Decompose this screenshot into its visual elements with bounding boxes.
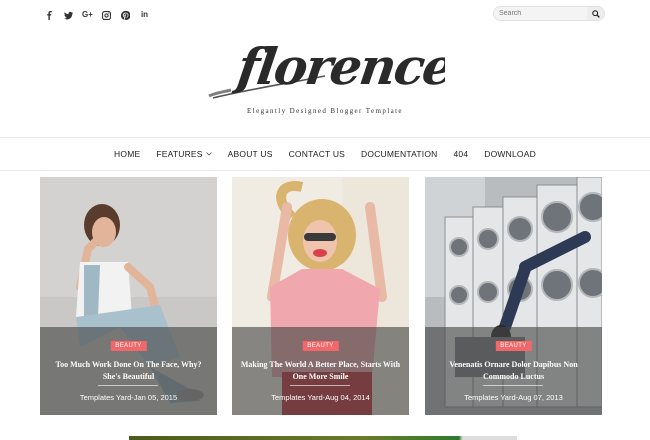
linkedin-label: in — [140, 10, 149, 19]
google-plus-icon[interactable]: G+ — [78, 8, 97, 22]
instagram-icon[interactable] — [97, 8, 116, 22]
post-card[interactable]: BEAUTY Making The World A Better Place, … — [232, 177, 409, 415]
post-meta: Templates Yard-Aug 04, 2014 — [271, 393, 370, 402]
search-box — [493, 6, 605, 21]
main-nav: HOME FEATURES ABOUT US CONTACT US DOCUME… — [0, 137, 650, 171]
nav-features[interactable]: FEATURES — [148, 149, 219, 159]
post-title[interactable]: Making The World A Better Place, Starts … — [238, 359, 403, 383]
nav-home[interactable]: HOME — [106, 149, 148, 159]
facebook-icon[interactable] — [40, 8, 59, 22]
post-card[interactable]: BEAUTY Venenatis Ornare Dolor Dapibus No… — [425, 177, 602, 415]
post-category-badge[interactable]: BEAUTY — [110, 341, 147, 351]
search-icon — [591, 9, 600, 18]
nav-features-label: FEATURES — [156, 149, 203, 159]
social-links: G+ in — [40, 8, 154, 22]
post-title[interactable]: Venenatis Ornare Dolor Dapibus Non Commo… — [431, 359, 596, 383]
linkedin-icon[interactable]: in — [135, 8, 154, 22]
search-input[interactable] — [494, 7, 588, 20]
post-category-badge[interactable]: BEAUTY — [302, 341, 339, 351]
post-card[interactable]: BEAUTY Too Much Work Done On The Face, W… — [40, 177, 217, 415]
next-section-image — [129, 436, 517, 440]
chevron-down-icon — [205, 152, 212, 156]
pinterest-icon[interactable] — [116, 8, 135, 22]
search-button[interactable] — [587, 7, 604, 20]
post-divider — [290, 385, 350, 386]
nav-about-us[interactable]: ABOUT US — [220, 149, 281, 159]
nav-documentation[interactable]: DOCUMENTATION — [353, 149, 445, 159]
top-bar: G+ in — [0, 0, 650, 30]
post-divider — [98, 385, 158, 386]
twitter-icon[interactable] — [59, 8, 78, 22]
post-category-badge[interactable]: BEAUTY — [495, 341, 532, 351]
post-meta: Templates Yard-Aug 07, 2013 — [464, 393, 563, 402]
site-logo[interactable]: florence — [205, 32, 457, 104]
nav-contact-us[interactable]: CONTACT US — [281, 149, 353, 159]
google-plus-label: G+ — [82, 10, 93, 19]
logo-text: florence — [231, 37, 445, 96]
post-title[interactable]: Too Much Work Done On The Face, Why? She… — [46, 359, 211, 383]
site-tagline: Elegantly Designed Blogger Template — [247, 107, 403, 115]
post-divider — [483, 385, 543, 386]
nav-404[interactable]: 404 — [445, 149, 476, 159]
post-meta: Templates Yard-Jan 05, 2015 — [79, 393, 178, 402]
featured-posts: BEAUTY Too Much Work Done On The Face, W… — [40, 177, 602, 415]
nav-download[interactable]: DOWNLOAD — [476, 149, 544, 159]
